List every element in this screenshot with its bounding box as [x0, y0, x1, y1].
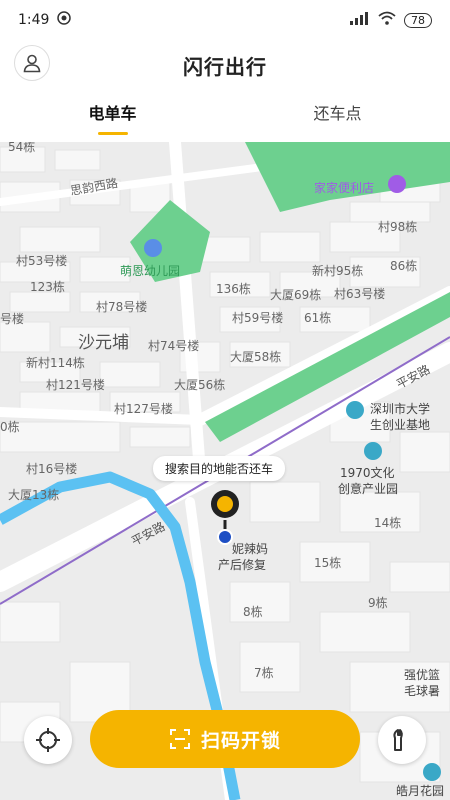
- map-label: 村121号楼: [46, 378, 105, 392]
- scan-unlock-button[interactable]: 扫码开锁: [90, 710, 360, 768]
- map-label: 15栋: [314, 556, 342, 570]
- tab-label: 还车点: [313, 104, 362, 123]
- map-label: 强优篮: [404, 668, 441, 682]
- wrench-icon: [393, 729, 403, 751]
- repair-button[interactable]: [378, 716, 426, 764]
- map-label: 村63号楼: [334, 287, 386, 301]
- map-label: 村78号楼: [96, 300, 148, 314]
- map-label: 创意产业园: [338, 482, 399, 496]
- map-label: 新村95栋: [312, 264, 364, 278]
- map-label: 8栋: [243, 605, 263, 619]
- map-label: 54栋: [8, 142, 36, 154]
- map-label: 1970文化: [340, 466, 395, 480]
- tab-e-bike[interactable]: 电单车: [0, 92, 225, 142]
- map-label: 大厦58栋: [230, 350, 282, 364]
- tab-active-indicator: [97, 132, 128, 135]
- map-label: 大厦56栋: [174, 378, 226, 392]
- map-label: 深圳市大学: [370, 402, 431, 416]
- map-label: 村74号楼: [148, 339, 200, 353]
- map-label: 0栋: [0, 420, 20, 434]
- map-label: 61栋: [304, 311, 332, 325]
- map-label: 产后修复: [218, 558, 267, 572]
- map-label: 号楼: [0, 312, 25, 326]
- notification-icon: [57, 11, 72, 29]
- crosshair-icon: [36, 728, 60, 752]
- map-label: 毛球暑: [404, 684, 441, 698]
- map-label: 村59号楼: [232, 311, 284, 325]
- scan-icon: [169, 729, 190, 749]
- map-label: 村98栋: [378, 220, 418, 234]
- map-label: 家家便利店: [314, 181, 375, 195]
- battery-indicator: 78: [404, 12, 432, 28]
- map-label: 7栋: [254, 666, 274, 680]
- map-label: 14栋: [374, 516, 402, 530]
- map-label: 生创业基地: [370, 418, 431, 432]
- map-label: 9栋: [368, 596, 388, 610]
- tab-bar: 电单车 还车点: [0, 92, 450, 142]
- tab-label: 电单车: [88, 104, 137, 123]
- bottom-controls: 扫码开锁: [0, 708, 450, 778]
- map-view[interactable]: 54栋 思韵西路 家家便利店 村98栋 村53号楼 萌恩幼儿园 新村95栋 86…: [0, 142, 450, 800]
- map-label: 皓月花园: [396, 784, 445, 798]
- map-label: 大厦69栋: [270, 288, 322, 302]
- wifi-icon: [378, 11, 396, 29]
- status-bar: 1:49 78: [0, 0, 450, 40]
- status-time: 1:49: [18, 12, 50, 28]
- map-label: 妮辣妈: [232, 542, 269, 556]
- tab-return-points[interactable]: 还车点: [225, 92, 450, 142]
- user-icon: [23, 54, 41, 73]
- map-label: 大厦13栋: [8, 488, 60, 502]
- app-header: 闪行出行: [0, 40, 450, 90]
- map-label: 123栋: [30, 280, 65, 294]
- map-label: 村16号楼: [26, 462, 78, 476]
- signal-icon: [350, 11, 370, 29]
- map-label: 沙元埔: [78, 333, 129, 353]
- map-label: 86栋: [390, 259, 418, 273]
- map-label: 村53号楼: [16, 254, 68, 268]
- map-label: 村127号楼: [114, 402, 173, 416]
- profile-button[interactable]: [14, 45, 50, 81]
- map-label: 萌恩幼儿园: [120, 264, 181, 278]
- map-label: 136栋: [216, 282, 251, 296]
- scan-unlock-label: 扫码开锁: [200, 729, 281, 752]
- locate-button[interactable]: [24, 716, 72, 764]
- page-title: 闪行出行: [183, 54, 267, 79]
- map-label: 新村114栋: [26, 356, 85, 370]
- return-search-tooltip[interactable]: 搜索目的地能否还车: [153, 456, 286, 481]
